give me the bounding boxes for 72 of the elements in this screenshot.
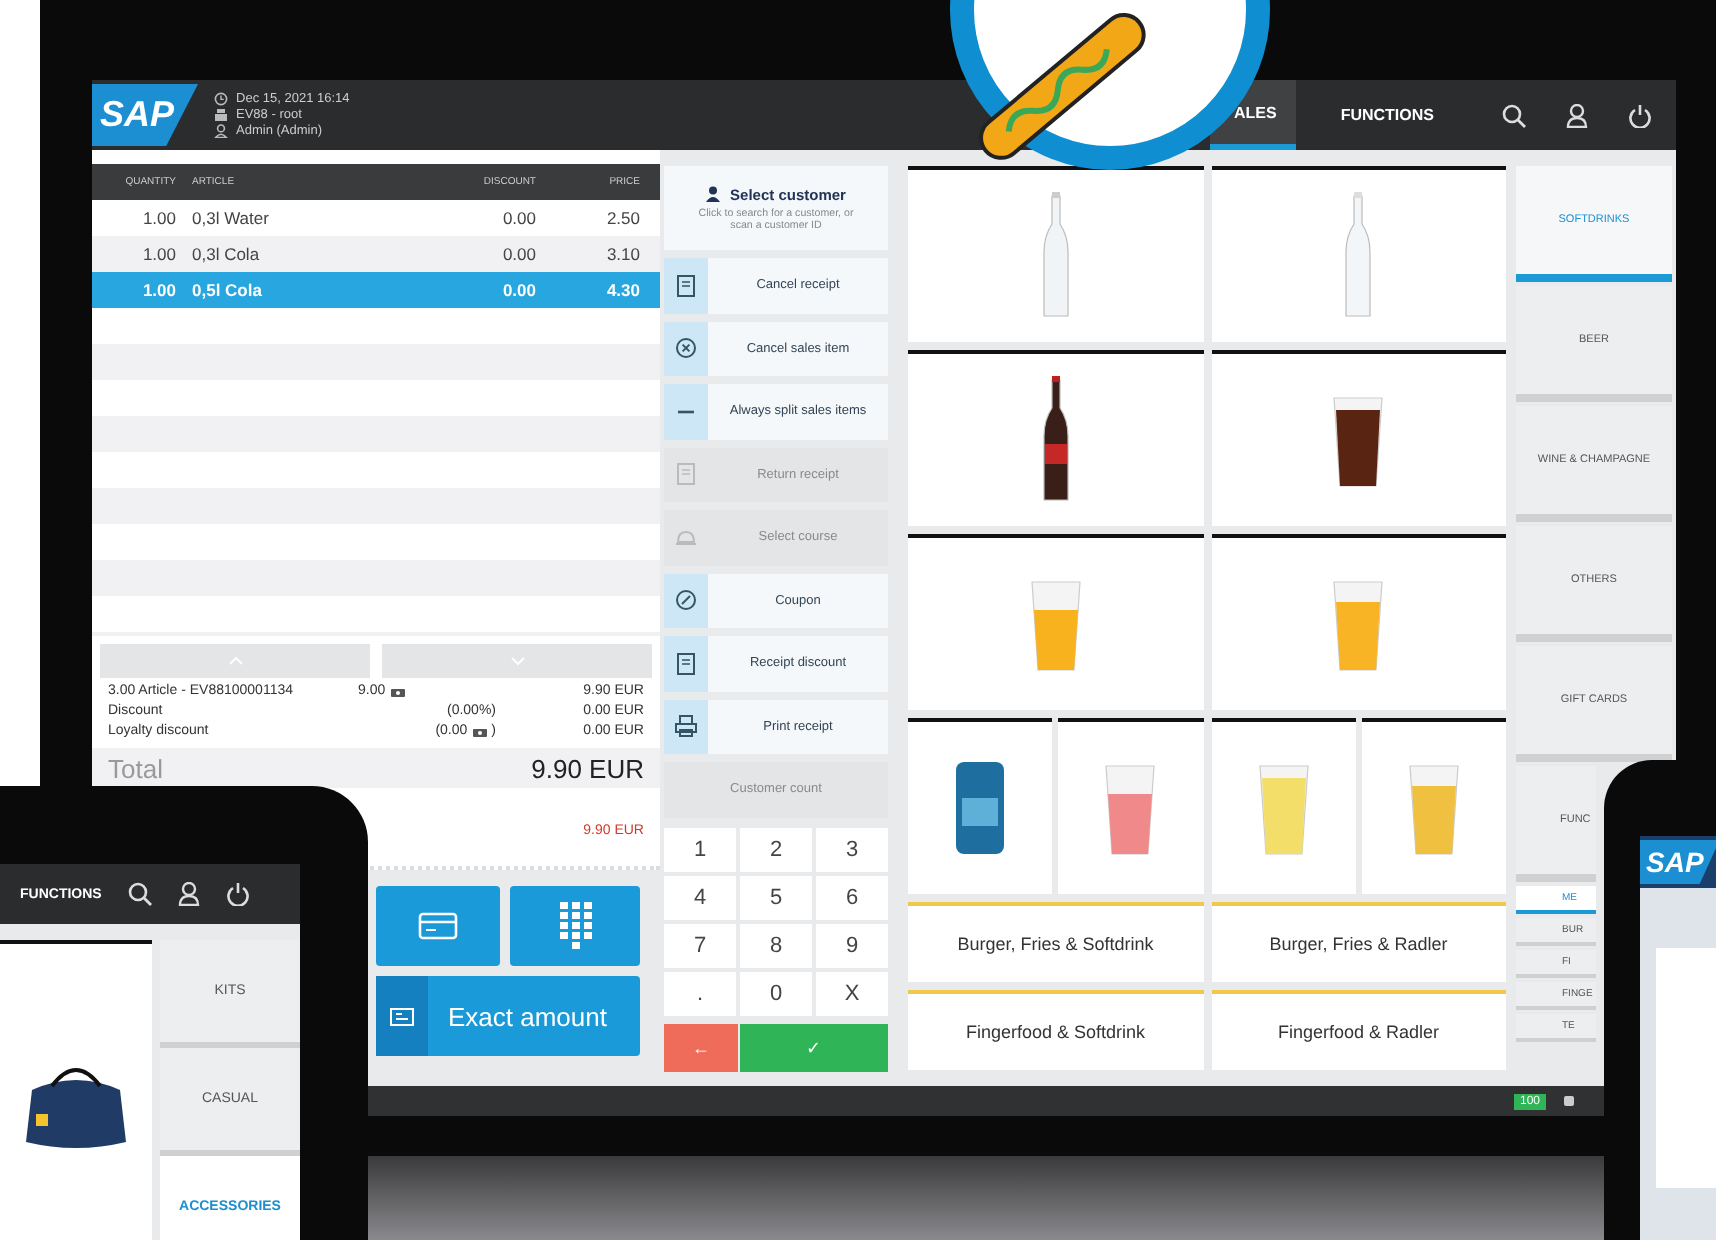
receipt-icon — [674, 273, 698, 298]
cancel-circle-icon — [674, 336, 698, 361]
product-tile[interactable] — [908, 166, 1203, 342]
bottle-drawing — [1342, 192, 1375, 320]
clock-icon — [214, 92, 229, 106]
table-cell-text: 0.00 — [500, 280, 538, 300]
bottle-drawing — [1039, 192, 1072, 320]
keypad-key[interactable]: 1 — [664, 827, 736, 871]
product-tile[interactable]: Burger, Fries & Radler — [1211, 902, 1506, 982]
total-label: Total — [108, 753, 163, 783]
chevron-up-icon — [227, 656, 243, 666]
keypad-key[interactable]: . — [664, 971, 736, 1015]
keypad-payment-button[interactable] — [510, 886, 640, 966]
can-drawing — [954, 758, 1007, 858]
table-cell-text: 0.00 — [500, 244, 538, 264]
banknote-icon — [390, 1007, 414, 1025]
table-cell-text: 0.00 — [500, 208, 538, 228]
receipt-icon — [674, 651, 698, 676]
total-amount: 9.90 EUR — [531, 753, 644, 783]
product-tile[interactable] — [1361, 718, 1506, 894]
power-icon — [225, 882, 250, 906]
keypad-key[interactable]: 0 — [740, 971, 812, 1015]
keypad-key[interactable]: 3 — [816, 827, 888, 871]
table-cell-text: 0,5l Cola — [190, 280, 264, 300]
user-icon — [1566, 103, 1588, 127]
logo: SAP — [92, 84, 199, 146]
register-icon — [214, 108, 229, 122]
cloche-icon — [674, 525, 698, 550]
bottle-drawing — [1039, 376, 1072, 504]
product-tile[interactable] — [1211, 718, 1356, 894]
logo: SAP — [1640, 840, 1716, 884]
user-icon — [177, 882, 200, 906]
keypad-key[interactable]: 5 — [740, 875, 812, 919]
chevron-down-icon — [509, 656, 525, 666]
product-tile[interactable] — [0, 940, 152, 1240]
printer-icon — [674, 714, 698, 739]
user-icon — [706, 186, 721, 202]
keypad-key[interactable]: 4 — [664, 875, 736, 919]
keypad-key[interactable]: X — [816, 971, 888, 1015]
product-tile[interactable]: Burger, Fries & Softdrink — [908, 902, 1203, 982]
product-tile[interactable] — [1211, 534, 1506, 710]
credit-card-icon — [418, 912, 458, 940]
receipt-icon — [674, 462, 698, 487]
search-icon — [127, 882, 152, 906]
receipt-row[interactable]: 1.00 0,3l Cola 0.00 3.10 — [92, 236, 660, 272]
product-tile[interactable] — [1058, 718, 1203, 894]
table-cell-text: 1.00 — [140, 208, 178, 228]
table-cell-text: 4.30 — [604, 280, 642, 300]
table-cell-text: 3.10 — [604, 244, 642, 264]
keypad-icon — [559, 902, 591, 950]
product-tile[interactable] — [908, 534, 1203, 710]
keypad-key[interactable]: 8 — [740, 923, 812, 967]
card-payment-button[interactable] — [376, 886, 500, 966]
user-icon — [214, 124, 229, 138]
product-tile[interactable]: Fingerfood & Radler — [1211, 990, 1506, 1070]
table-cell-text: 1.00 — [140, 244, 178, 264]
table-cell-text: 0,3l Cola — [190, 244, 262, 264]
product-tile[interactable] — [1211, 166, 1506, 342]
product-tile[interactable] — [908, 350, 1203, 526]
power-icon — [1628, 103, 1652, 127]
table-cell-text: 1.00 — [140, 280, 178, 300]
product-tile[interactable] — [908, 718, 1053, 894]
search-icon — [1502, 103, 1526, 127]
keypad-key[interactable]: 7 — [664, 923, 736, 967]
keypad-key[interactable]: 2 — [740, 827, 812, 871]
coupon-icon — [674, 588, 698, 613]
table-cell-text: 0,3l Water — [190, 208, 271, 228]
keypad-key[interactable]: 6 — [816, 875, 888, 919]
product-tile[interactable] — [1211, 350, 1506, 526]
keypad-key[interactable]: 9 — [816, 923, 888, 967]
product-tile[interactable]: Fingerfood & Softdrink — [908, 990, 1203, 1070]
table-cell-text: 2.50 — [604, 208, 642, 228]
